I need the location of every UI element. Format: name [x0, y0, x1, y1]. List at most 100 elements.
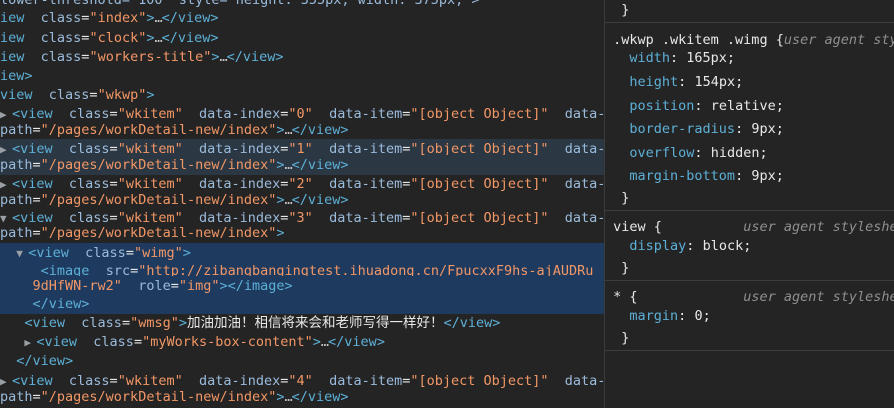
css-prop-value[interactable]: hidden; — [711, 145, 768, 161]
css-prop-line[interactable]: border-radius: 9px; — [605, 119, 894, 139]
collapsed-ellipsis[interactable]: … — [285, 157, 293, 173]
styles-pane[interactable]: } .wkwp .wkitem .wimg {user agent sty wi… — [605, 0, 894, 408]
attr-value: "img" — [178, 278, 220, 294]
attr-value: "wimg" — [133, 245, 183, 261]
css-prop-value[interactable]: 165px; — [686, 50, 735, 66]
css-prop-line[interactable]: margin-bottom: 9px; — [605, 166, 894, 186]
tag-name: <view — [28, 245, 69, 261]
dom-line-box-content[interactable]: ▶ <view class="myWorks-box-content">…</vi… — [0, 332, 604, 352]
attr-name: path — [0, 389, 33, 405]
elements-tree[interactable]: lower-threshold="100" style="height: 355… — [0, 0, 604, 408]
rule-separator — [605, 280, 894, 281]
css-prop-value[interactable]: 0; — [694, 308, 710, 324]
devtools-panel: lower-threshold="100" style="height: 355… — [0, 0, 894, 408]
dom-line-image-cont[interactable]: 9dHfWN-rw2" role="img"></image> — [0, 276, 604, 296]
tag-close: > — [178, 315, 187, 331]
tag-name: <view — [36, 334, 78, 350]
dom-line-wimg[interactable]: ▼ <view class="wimg"> — [0, 243, 604, 263]
attr-value: "wkwp" — [97, 87, 147, 103]
rule-close-brace: } — [605, 0, 894, 20]
attr-value: "clock" — [89, 30, 147, 46]
attr-name: class — [81, 315, 122, 331]
tag-close: > — [276, 157, 285, 173]
attr-value: "/pages/workDetail-new/index" — [40, 389, 277, 405]
css-prop-name[interactable]: height — [629, 74, 678, 90]
css-prop-line[interactable]: width: 165px; — [605, 48, 894, 68]
rule-origin: user agent sty — [783, 32, 894, 48]
css-rule-selector[interactable]: view { user agent styleshe — [605, 217, 894, 237]
tag-name: view — [0, 87, 33, 103]
brace: } — [621, 2, 630, 18]
css-prop-value[interactable]: 9px; — [751, 121, 784, 137]
css-prop-name[interactable]: overflow — [629, 145, 694, 161]
dom-line-wkitem-3-path[interactable]: path="/pages/workDetail-new/index"> — [0, 223, 604, 243]
dom-line-wkitem-0-path[interactable]: path="/pages/workDetail-new/index">…</vi… — [0, 120, 604, 140]
tag-close: > — [312, 334, 321, 350]
css-selector[interactable]: * { — [613, 289, 637, 305]
css-prop-value[interactable]: 9px; — [751, 168, 784, 184]
end-tag: </view> — [443, 315, 501, 331]
collapsed-ellipsis[interactable]: … — [285, 122, 293, 138]
dom-line-wkitem-3-close[interactable]: </view> — [0, 351, 604, 371]
css-selector[interactable]: .wkwp .wkitem .wimg { — [613, 32, 784, 48]
end-tag: </view> — [291, 389, 349, 405]
dom-line-view-close[interactable]: iew> — [0, 66, 604, 86]
rule-separator — [605, 210, 894, 211]
dom-line-index[interactable]: iew class="index">…</view> — [0, 8, 604, 28]
tag-name: iew — [0, 10, 25, 26]
dom-line-clock[interactable]: iew class="clock">…</view> — [0, 28, 604, 48]
css-prop-name[interactable]: display — [629, 238, 686, 254]
attr-value: "/pages/workDetail-new/index" — [40, 192, 277, 208]
brace: } — [621, 260, 630, 276]
css-prop-name[interactable]: width — [629, 50, 670, 66]
css-rule-selector[interactable]: .wkwp .wkitem .wimg {user agent sty — [605, 30, 894, 50]
dom-line-wkitem-1-path[interactable]: path="/pages/workDetail-new/index">…</vi… — [0, 155, 604, 175]
collapsed-ellipsis[interactable]: … — [154, 10, 162, 26]
expand-triangle-icon[interactable]: ▶ — [24, 333, 36, 353]
dom-line-wmsg[interactable]: <view class="wmsg">加油加油！相信将来会和老师写得一样好！</… — [0, 313, 604, 333]
attr-value: "/pages/workDetail-new/index" — [40, 157, 277, 173]
css-prop-name[interactable]: position — [629, 98, 694, 114]
attr-name: class — [40, 10, 82, 26]
attr-value: "myWorks-box-content" — [142, 334, 313, 350]
tag-close: > — [182, 245, 191, 261]
dom-line-wkwp[interactable]: view class="wkwp"> — [0, 85, 604, 105]
collapsed-ellipsis[interactable]: … — [321, 334, 329, 350]
attr-name: class — [93, 334, 134, 350]
collapsed-ellipsis[interactable]: … — [285, 192, 293, 208]
end-tag: </view> — [161, 30, 219, 46]
css-prop-line[interactable]: height: 154px; — [605, 72, 894, 92]
rule-separator — [605, 350, 894, 351]
tag-close: > — [276, 122, 285, 138]
attr-name: path — [0, 225, 33, 241]
dom-line-wkitem-2-path[interactable]: path="/pages/workDetail-new/index">…</vi… — [0, 190, 604, 210]
css-prop-value[interactable]: relative; — [711, 98, 784, 114]
dom-line-wkitem-4-path[interactable]: path="/pages/workDetail-new/index">…</vi… — [0, 387, 604, 407]
collapsed-ellipsis[interactable]: … — [285, 389, 293, 405]
css-selector[interactable]: view { — [613, 219, 662, 235]
tag-close: > — [276, 192, 285, 208]
css-rule-selector[interactable]: * { user agent styleshe — [605, 287, 894, 307]
rule-close-brace: } — [605, 258, 894, 278]
css-prop-line[interactable]: overflow: hidden; — [605, 143, 894, 163]
collapsed-ellipsis[interactable]: … — [220, 49, 228, 65]
css-prop-name[interactable]: margin — [629, 308, 678, 324]
attr-value-link[interactable]: 9dHfWN-rw2" — [33, 278, 122, 294]
collapsed-ellipsis[interactable]: … — [154, 30, 162, 46]
end-tag: </view> — [291, 122, 349, 138]
tag-close: > — [146, 87, 155, 103]
css-prop-line[interactable]: position: relative; — [605, 96, 894, 116]
tag-close: > — [276, 225, 285, 241]
css-prop-value[interactable]: block; — [703, 238, 752, 254]
attr-name: class — [48, 87, 90, 103]
css-prop-line[interactable]: margin: 0; — [605, 306, 894, 326]
css-prop-name[interactable]: margin-bottom — [629, 168, 735, 184]
dom-line-workers-title[interactable]: iew class="workers-title">…</view> — [0, 47, 604, 67]
end-tag: </view> — [16, 353, 74, 369]
attr-value: "/pages/workDetail-new/index" — [40, 225, 277, 241]
css-prop-value[interactable]: 154px; — [694, 74, 743, 90]
css-prop-line[interactable]: display: block; — [605, 236, 894, 256]
dom-line-wimg-close[interactable]: </view> — [0, 294, 604, 314]
end-tag: </view> — [161, 10, 219, 26]
css-prop-name[interactable]: border-radius — [629, 121, 735, 137]
